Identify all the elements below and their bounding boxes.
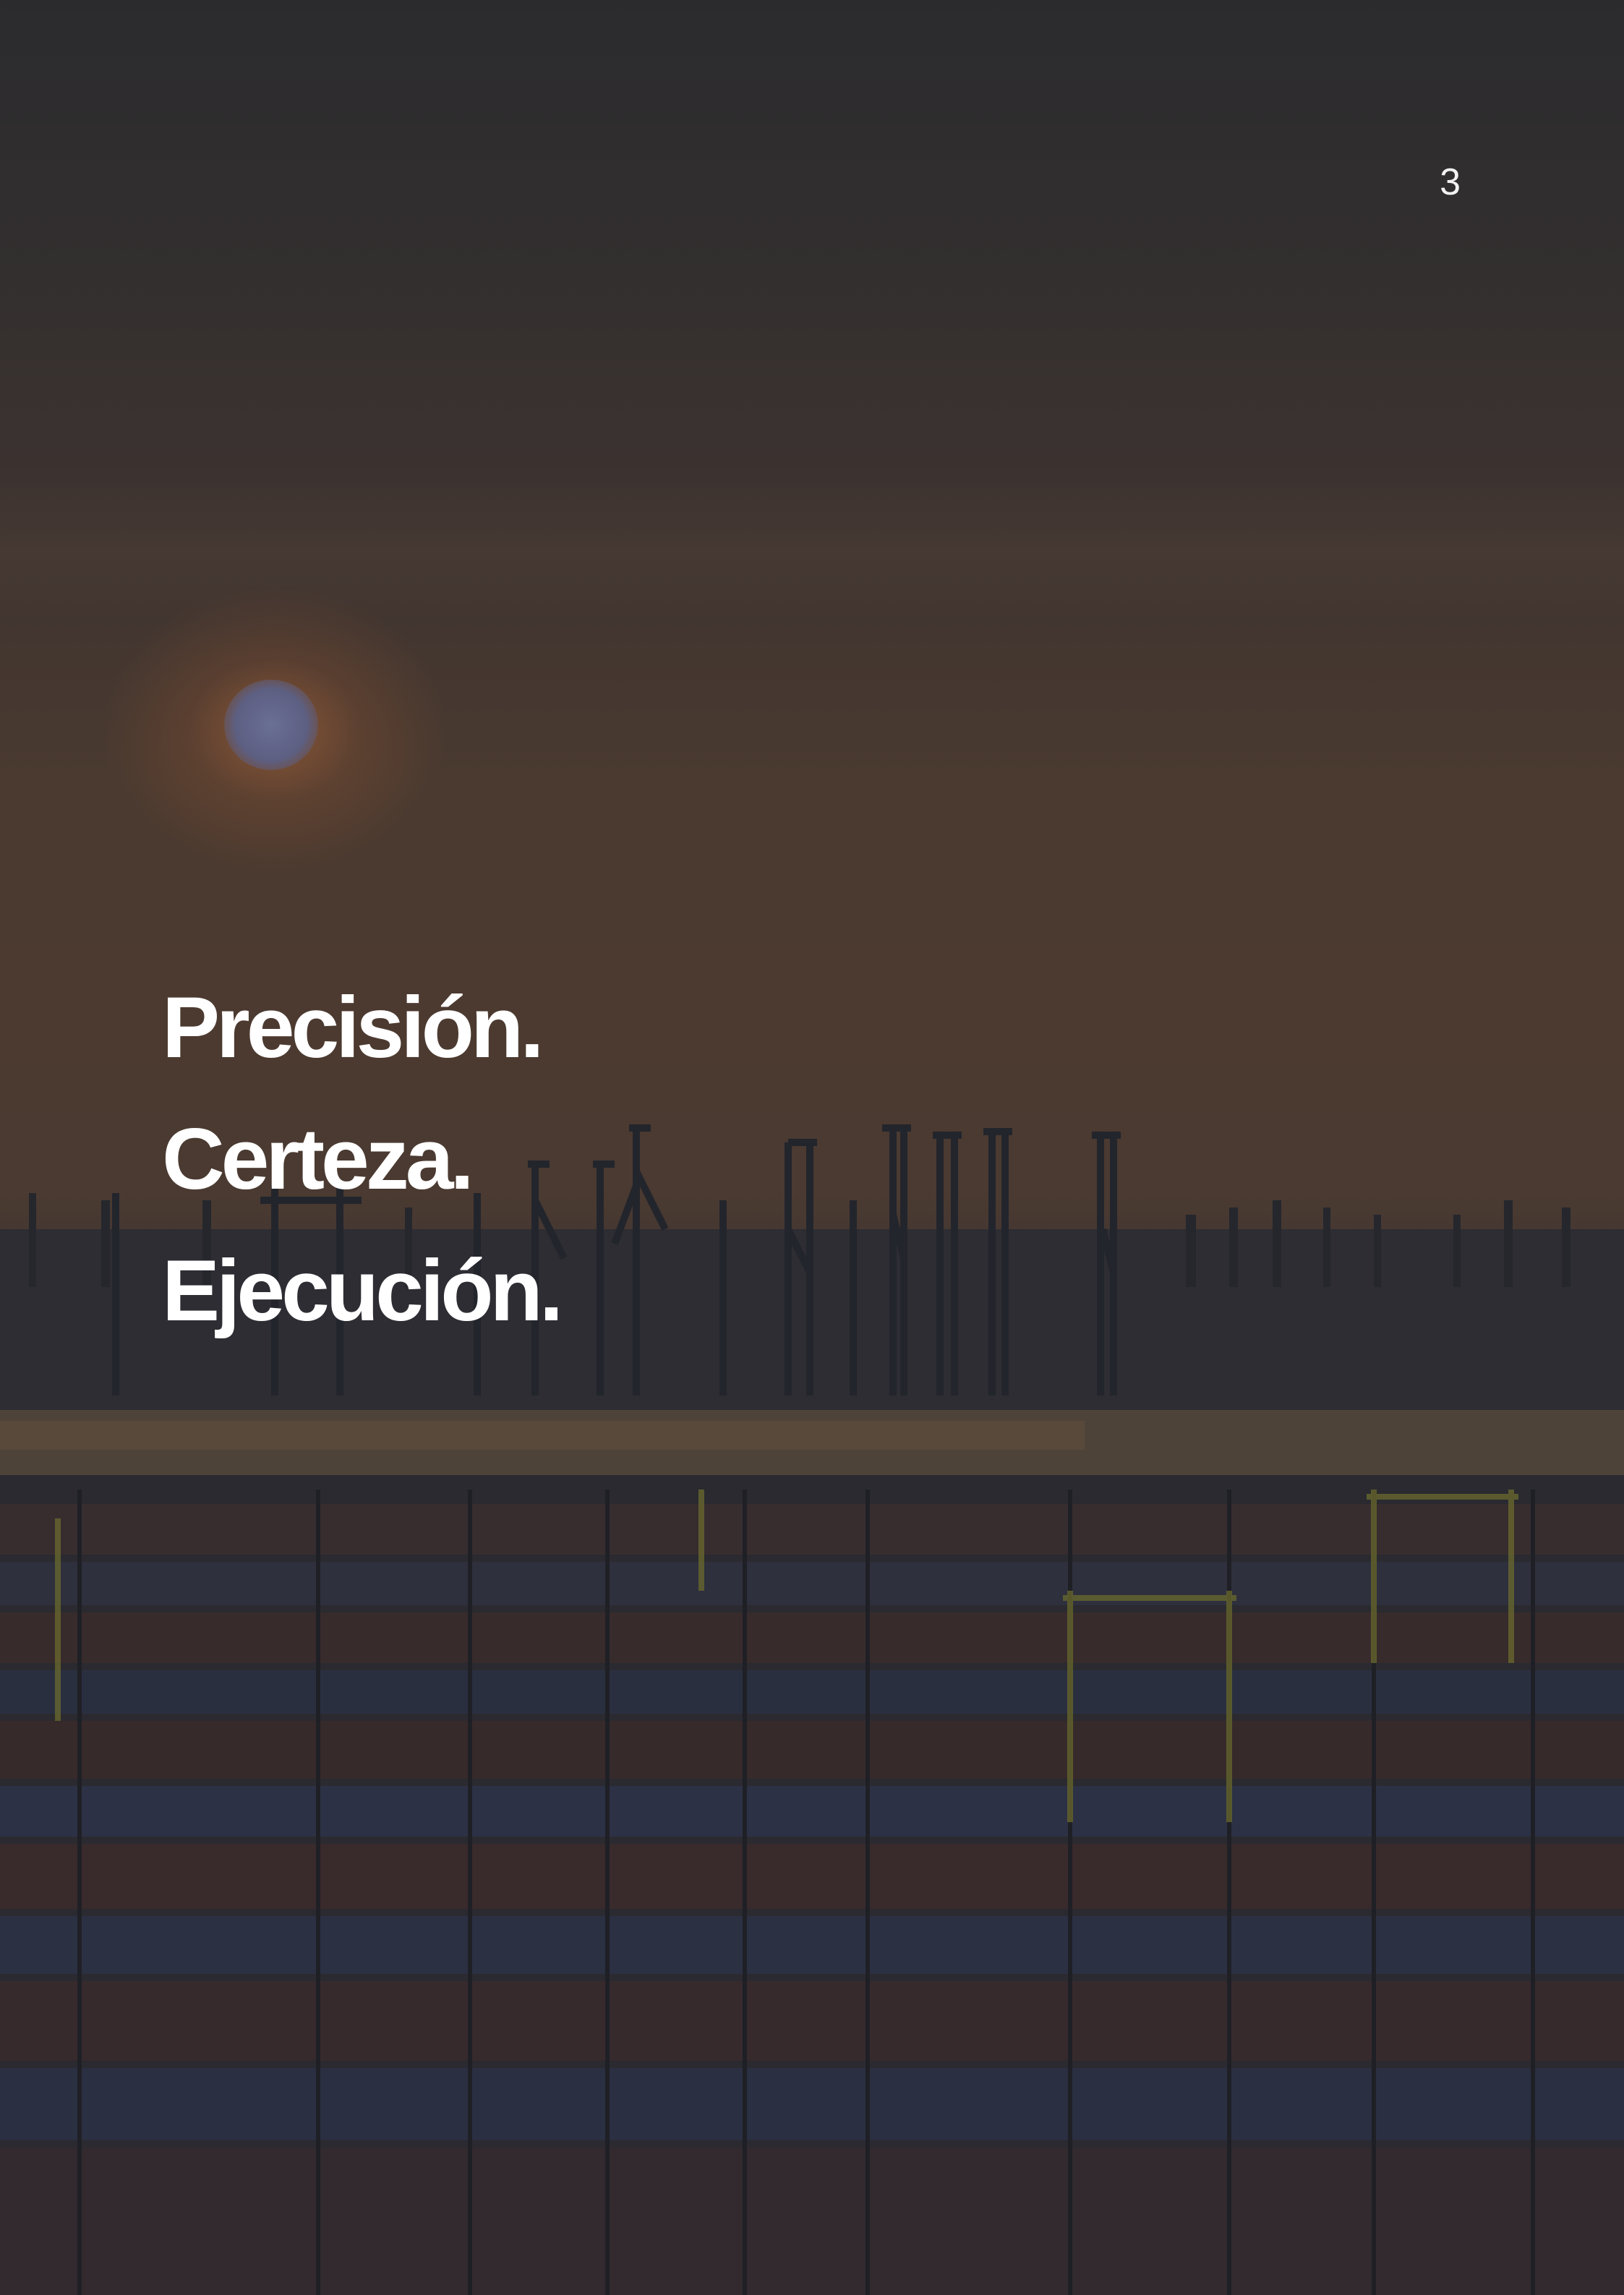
container-stacks — [0, 1504, 1624, 2295]
headline-line-execution: Ejecución. — [162, 1242, 563, 1339]
headline-line-certainty: Certeza. — [162, 1111, 474, 1208]
page-number: 3 — [1440, 161, 1461, 203]
page: 3 Precisión. Certeza. Ejecución. — [0, 0, 1624, 2295]
water-reflection — [0, 1421, 1085, 1450]
headline: Precisión. Certeza. Ejecución. — [162, 962, 563, 1356]
headline-line-precision: Precisión. — [162, 979, 544, 1076]
